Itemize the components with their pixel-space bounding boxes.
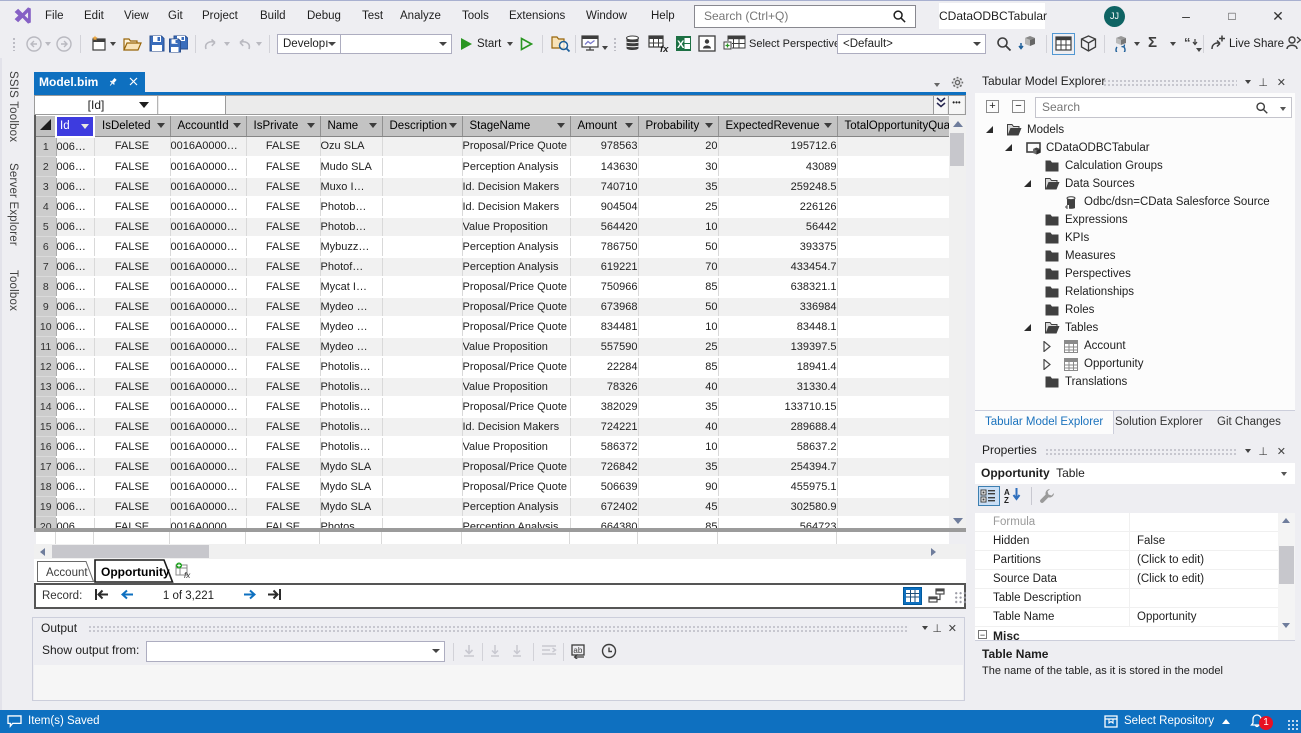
svg-text:Z: Z xyxy=(1004,496,1009,504)
svg-text:X: X xyxy=(677,39,685,51)
svg-text:Opportunity: Opportunity xyxy=(101,565,170,579)
svg-text:Account: Account xyxy=(46,567,88,579)
svg-text:“: “ xyxy=(1184,36,1191,50)
svg-text:fx: fx xyxy=(184,571,191,580)
svg-text:ab: ab xyxy=(573,646,582,655)
svg-text:fx: fx xyxy=(660,44,669,52)
